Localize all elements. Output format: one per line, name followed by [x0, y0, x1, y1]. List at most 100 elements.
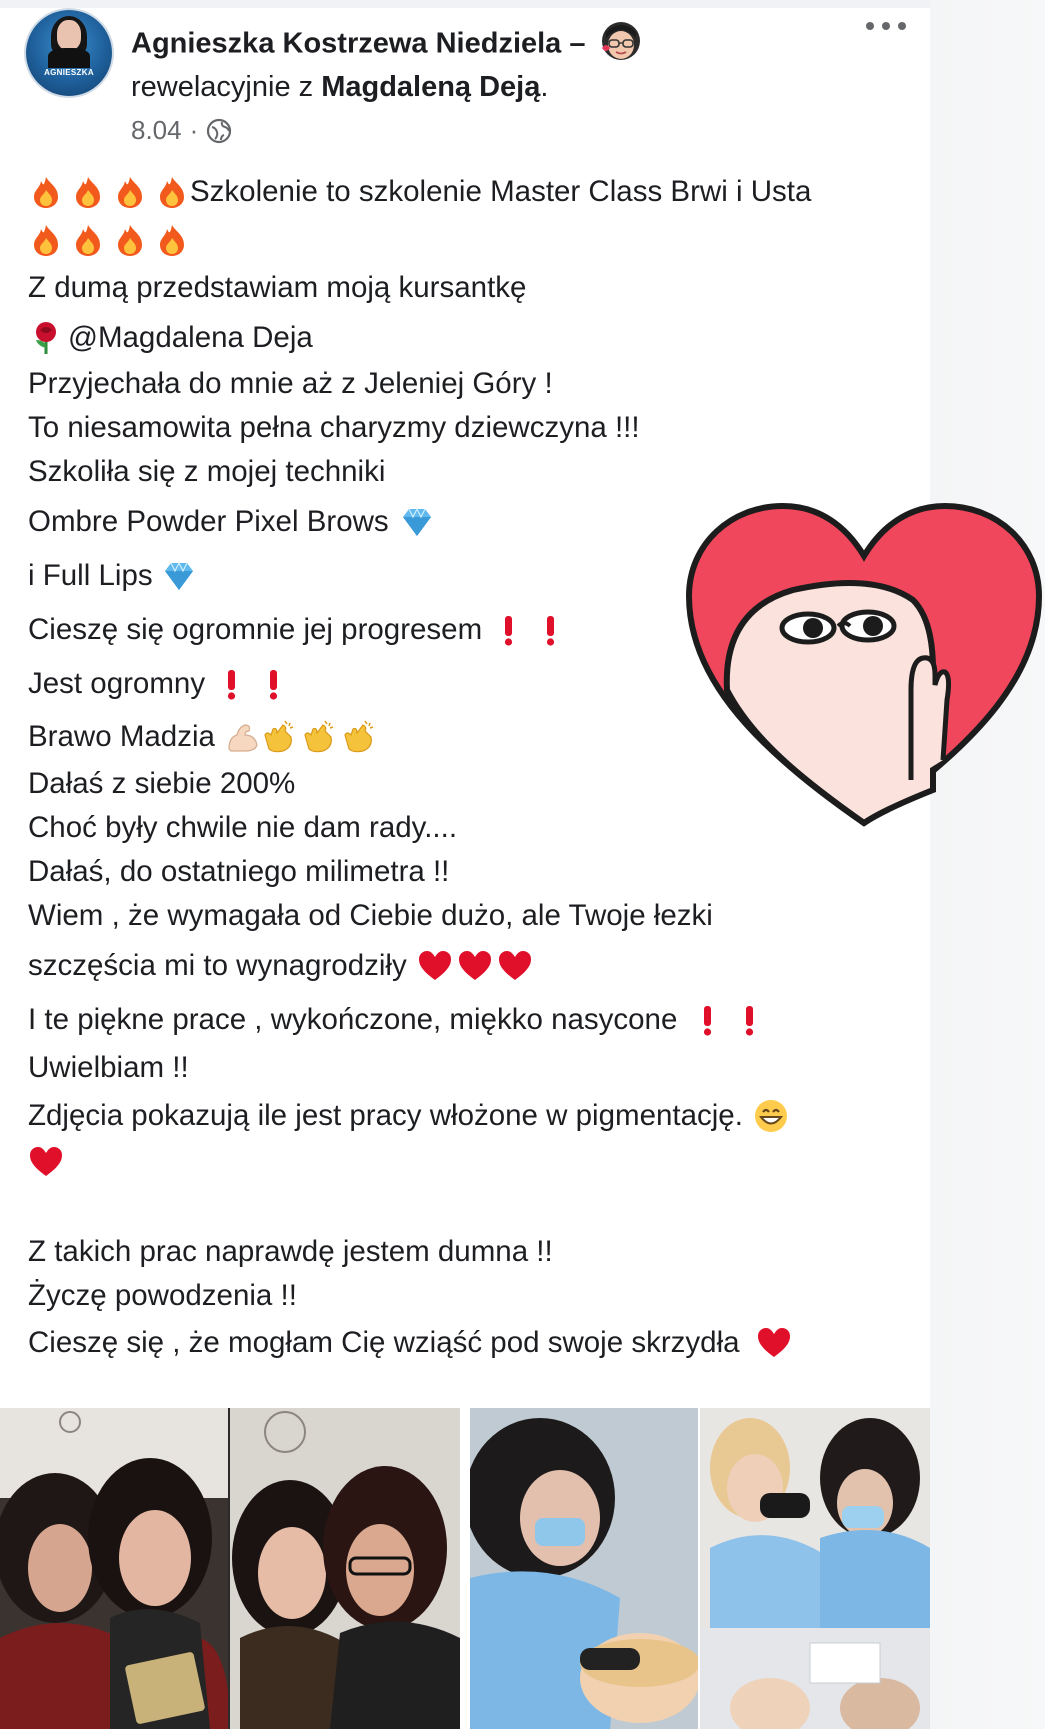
body-text-19: Zdjęcia pokazują ile jest pracy włożone … — [28, 1099, 743, 1132]
body-line-8: i Full Lips — [28, 554, 197, 598]
feeling-line: rewelacyjnie z Magdaleną Deją. — [131, 71, 548, 104]
fire-icon — [160, 225, 184, 256]
body-line-6: Szkoliła się z mojej techniki — [28, 450, 385, 494]
fire-icon — [34, 225, 58, 256]
photo-lip-procedure[interactable] — [470, 1408, 930, 1729]
body-line-14: Dałaś, do ostatniego milimetra !! — [28, 850, 449, 894]
body-line-11: Brawo Madzia — [28, 715, 377, 759]
avatar-body — [48, 48, 90, 68]
body-line-10: Jest ogromny — [28, 662, 291, 706]
post-header-line: Agnieszka Kostrzewa Niedziela – — [131, 22, 642, 66]
fire-icon — [76, 177, 100, 208]
body-text-21: Życzę powodzenia !! — [28, 1279, 297, 1312]
clapping-hands-icon — [264, 720, 294, 753]
body-line-21: Życzę powodzenia !! — [28, 1274, 297, 1318]
background-panel — [930, 0, 1045, 1729]
tagged-person[interactable]: Magdaleną Deją — [321, 71, 540, 103]
body-line-16: szczęścia mi to wynagrodziły — [28, 944, 533, 988]
gem-icon — [164, 561, 193, 590]
body-line-heart — [28, 1140, 64, 1184]
body-line-2: Z dumą przedstawiam moją kursantkę — [28, 266, 526, 310]
gem-icon — [402, 507, 431, 536]
body-line-9: Cieszę się ogromnie jej progresem — [28, 608, 568, 652]
body-line-22: Cieszę się , że mogłam Cię wziąść pod sw… — [28, 1321, 792, 1365]
feeling-suffix: . — [540, 71, 549, 103]
grinning-face-icon — [754, 1100, 787, 1132]
body-line-4: Przyjechała do mnie aż z Jeleniej Góry ! — [28, 362, 553, 406]
body-text-22: Cieszę się , że mogłam Cię wziąść pod sw… — [28, 1326, 740, 1359]
body-text-2: Z dumą przedstawiam moją kursantkę — [28, 271, 527, 304]
author-avatar[interactable]: AGNIESZKA — [26, 10, 112, 96]
red-heart-icon — [757, 1328, 790, 1357]
fire-icon — [76, 225, 100, 256]
feeling-prefix: rewelacyjnie z — [131, 71, 322, 103]
fire-icon — [34, 177, 58, 208]
body-line-5: To niesamowita pełna charyzmy dziewczyna… — [28, 406, 640, 450]
heart-sticker-icon — [685, 502, 1043, 827]
body-text-6: Szkoliła się z mojej techniki — [28, 455, 386, 488]
body-text-5: To niesamowita pełna charyzmy dziewczyna… — [28, 411, 640, 444]
body-line-fires — [28, 218, 190, 262]
red-heart-icon — [418, 951, 451, 980]
clapping-hands-icon — [344, 720, 374, 753]
exclamation-icon — [269, 670, 278, 700]
body-text-18: Uwielbiam !! — [28, 1051, 189, 1084]
red-heart-icon — [458, 951, 491, 980]
body-line-17: I te piękne prace , wykończone, miękko n… — [28, 998, 767, 1042]
avatar-caption: AGNIESZKA — [44, 68, 94, 77]
body-line-20: Z takich prac naprawdę jestem dumna !! — [28, 1230, 553, 1274]
body-text-14: Dałaś, do ostatniego milimetra !! — [28, 855, 450, 888]
flexed-biceps-icon — [228, 724, 258, 752]
exclamation-icon — [704, 1006, 712, 1036]
body-text-20: Z takich prac naprawdę jestem dumna !! — [28, 1235, 553, 1268]
body-line-19: Zdjęcia pokazują ile jest pracy włożone … — [28, 1094, 789, 1138]
globe-icon[interactable] — [206, 118, 232, 144]
exclamation-icon — [746, 1006, 754, 1036]
body-text-10: Jest ogromny — [28, 667, 206, 700]
body-line-13: Choć były chwile nie dam rady.... — [28, 806, 457, 850]
body-line-18: Uwielbiam !! — [28, 1046, 189, 1090]
rose-icon — [36, 322, 56, 354]
dot — [866, 22, 874, 30]
mention-magdalena[interactable]: @Magdalena Deja — [68, 321, 313, 355]
clapping-hands-icon — [304, 720, 334, 753]
body-text-15: Wiem , że wymagała od Ciebie dużo, ale T… — [28, 899, 713, 932]
red-heart-icon — [30, 1147, 62, 1176]
body-text-4: Przyjechała do mnie aż z Jeleniej Góry ! — [28, 367, 553, 400]
body-line-15: Wiem , że wymagała od Ciebie dużo, ale T… — [28, 894, 713, 938]
body-text-7: Ombre Powder Pixel Brows — [28, 505, 389, 538]
fire-icon — [118, 225, 142, 256]
body-text-12: Dałaś z siebie 200% — [28, 767, 296, 800]
exclamation-icon — [547, 616, 555, 646]
body-text-17: I te piękne prace , wykończone, miękko n… — [28, 1003, 678, 1036]
exclamation-icon — [227, 670, 236, 700]
body-line-7: Ombre Powder Pixel Brows — [28, 500, 435, 544]
photo-lip-procedure-icon — [470, 1408, 930, 1729]
top-divider — [0, 0, 930, 8]
body-line-1: Szkolenie to szkolenie Master Class Brwi… — [28, 170, 811, 214]
facebook-post: AGNIESZKA Agnieszka Kostrzewa Niedziela … — [0, 0, 930, 1729]
photo-training-group[interactable] — [0, 1408, 460, 1729]
avatar-face — [57, 20, 81, 50]
author-dash: – — [569, 27, 586, 60]
memoji-girl-icon — [601, 22, 640, 60]
exclamation-icon — [505, 616, 513, 646]
more-options-icon[interactable] — [866, 16, 906, 36]
dot — [882, 22, 890, 30]
body-text-13: Choć były chwile nie dam rady.... — [28, 811, 458, 844]
post-date[interactable]: 8.04 — [131, 115, 182, 146]
body-text-11: Brawo Madzia — [28, 720, 215, 753]
body-line-3: @Magdalena Deja — [28, 316, 313, 360]
body-text-16: szczęścia mi to wynagrodziły — [28, 949, 407, 982]
post-meta: 8.04 · — [131, 115, 232, 146]
meta-separator: · — [189, 115, 199, 145]
body-text-8: i Full Lips — [28, 559, 153, 592]
photo-training-group-icon — [0, 1408, 460, 1729]
red-heart-icon — [498, 951, 531, 980]
fire-icon — [160, 177, 184, 208]
dot — [898, 22, 906, 30]
body-line-12: Dałaś z siebie 200% — [28, 762, 295, 806]
body-text-1: Szkolenie to szkolenie Master Class Brwi… — [190, 175, 812, 208]
author-name[interactable]: Agnieszka Kostrzewa Niedziela — [131, 28, 561, 60]
body-text-9: Cieszę się ogromnie jej progresem — [28, 613, 483, 646]
